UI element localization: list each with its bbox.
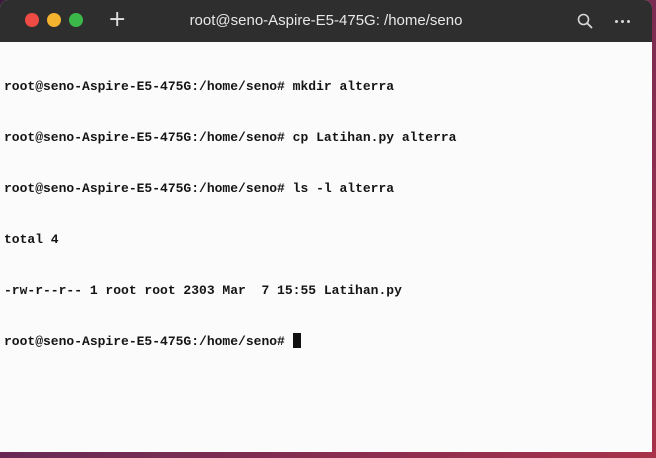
output-text: total 4: [4, 232, 59, 247]
new-tab-button[interactable]: +: [108, 9, 126, 31]
terminal-line: root@seno-Aspire-E5-475G:/home/seno# ls …: [4, 180, 648, 197]
command-text: [285, 334, 293, 349]
terminal-line: root@seno-Aspire-E5-475G:/home/seno# mkd…: [4, 78, 648, 95]
window-title: root@seno-Aspire-E5-475G: /home/seno: [189, 12, 463, 29]
command-text: ls -l alterra: [284, 181, 395, 196]
minimize-window-button[interactable]: [47, 13, 61, 27]
terminal-line: root@seno-Aspire-E5-475G:/home/seno# cp …: [4, 129, 648, 146]
search-icon: [577, 13, 593, 29]
terminal-line: -rw-r--r-- 1 root root 2303 Mar 7 15:55 …: [4, 282, 648, 299]
window-controls: [25, 13, 83, 27]
command-text: cp Latihan.py alterra: [284, 130, 457, 145]
search-button[interactable]: [576, 12, 594, 30]
prompt: root@seno-Aspire-E5-475G:/home/seno#: [4, 334, 285, 349]
terminal-output[interactable]: root@seno-Aspire-E5-475G:/home/seno# mkd…: [0, 42, 652, 386]
terminal-window: + root@seno-Aspire-E5-475G: /home/seno r…: [0, 0, 652, 452]
close-window-button[interactable]: [25, 13, 39, 27]
prompt: root@seno-Aspire-E5-475G:/home/seno#: [4, 181, 285, 196]
output-text: -rw-r--r-- 1 root root 2303 Mar 7 15:55 …: [4, 283, 402, 298]
title-bar[interactable]: + root@seno-Aspire-E5-475G: /home/seno: [0, 0, 652, 42]
text-cursor: [292, 333, 301, 348]
terminal-line: root@seno-Aspire-E5-475G:/home/seno#: [4, 333, 648, 350]
prompt: root@seno-Aspire-E5-475G:/home/seno#: [4, 130, 285, 145]
prompt: root@seno-Aspire-E5-475G:/home/seno#: [4, 79, 285, 94]
maximize-window-button[interactable]: [69, 13, 83, 27]
command-text: mkdir alterra: [284, 79, 395, 94]
more-options-button[interactable]: [613, 12, 631, 30]
terminal-line: total 4: [4, 231, 648, 248]
more-options-icon: [614, 19, 618, 23]
